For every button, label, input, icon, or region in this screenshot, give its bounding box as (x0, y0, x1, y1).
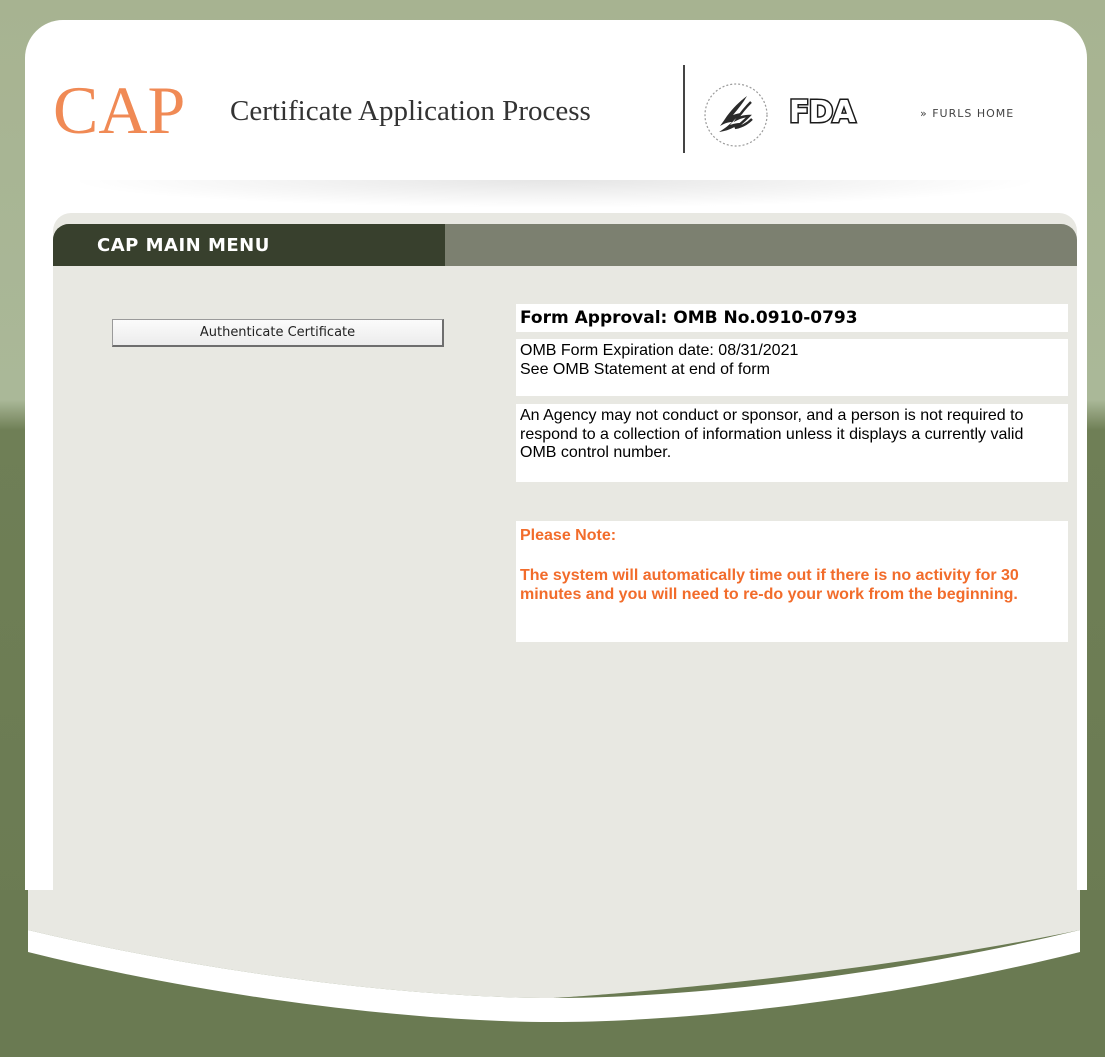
omb-expiration-box: OMB Form Expiration date: 08/31/2021 See… (516, 339, 1068, 396)
header: CAP Certificate Application Process FDA … (25, 20, 1087, 190)
authenticate-certificate-button[interactable]: Authenticate Certificate (112, 319, 444, 347)
menu-title-bar: CAP MAIN MENU (53, 224, 1077, 266)
cap-logo: CAP (53, 72, 186, 148)
timeout-note: Please Note: The system will automatical… (516, 521, 1068, 642)
app-subtitle: Certificate Application Process (230, 95, 591, 127)
header-divider (683, 65, 685, 153)
omb-statement-note: See OMB Statement at end of form (520, 360, 770, 378)
hhs-eagle-icon (704, 83, 768, 147)
omb-expiration-date: OMB Form Expiration date: 08/31/2021 (520, 342, 799, 359)
furls-home-link[interactable]: » FURLS HOME (920, 107, 1014, 120)
fda-logo-text: FDA (789, 96, 856, 126)
bottom-swoosh (0, 890, 1105, 1057)
omb-agency-notice: An Agency may not conduct or sponsor, an… (516, 404, 1068, 482)
note-spacer (520, 546, 1064, 566)
omb-approval-title: Form Approval: OMB No.0910-0793 (516, 304, 1068, 332)
header-shadow (65, 180, 1045, 208)
menu-title-tab: CAP MAIN MENU (53, 224, 445, 266)
menu-title: CAP MAIN MENU (97, 235, 270, 256)
note-message: The system will automatically time out i… (520, 566, 1019, 604)
note-heading: Please Note: (520, 527, 617, 544)
fda-logo: FDA (789, 96, 859, 126)
main-menu-panel: CAP MAIN MENU Authenticate Certificate F… (53, 213, 1077, 953)
page-card: CAP Certificate Application Process FDA … (25, 20, 1087, 1030)
